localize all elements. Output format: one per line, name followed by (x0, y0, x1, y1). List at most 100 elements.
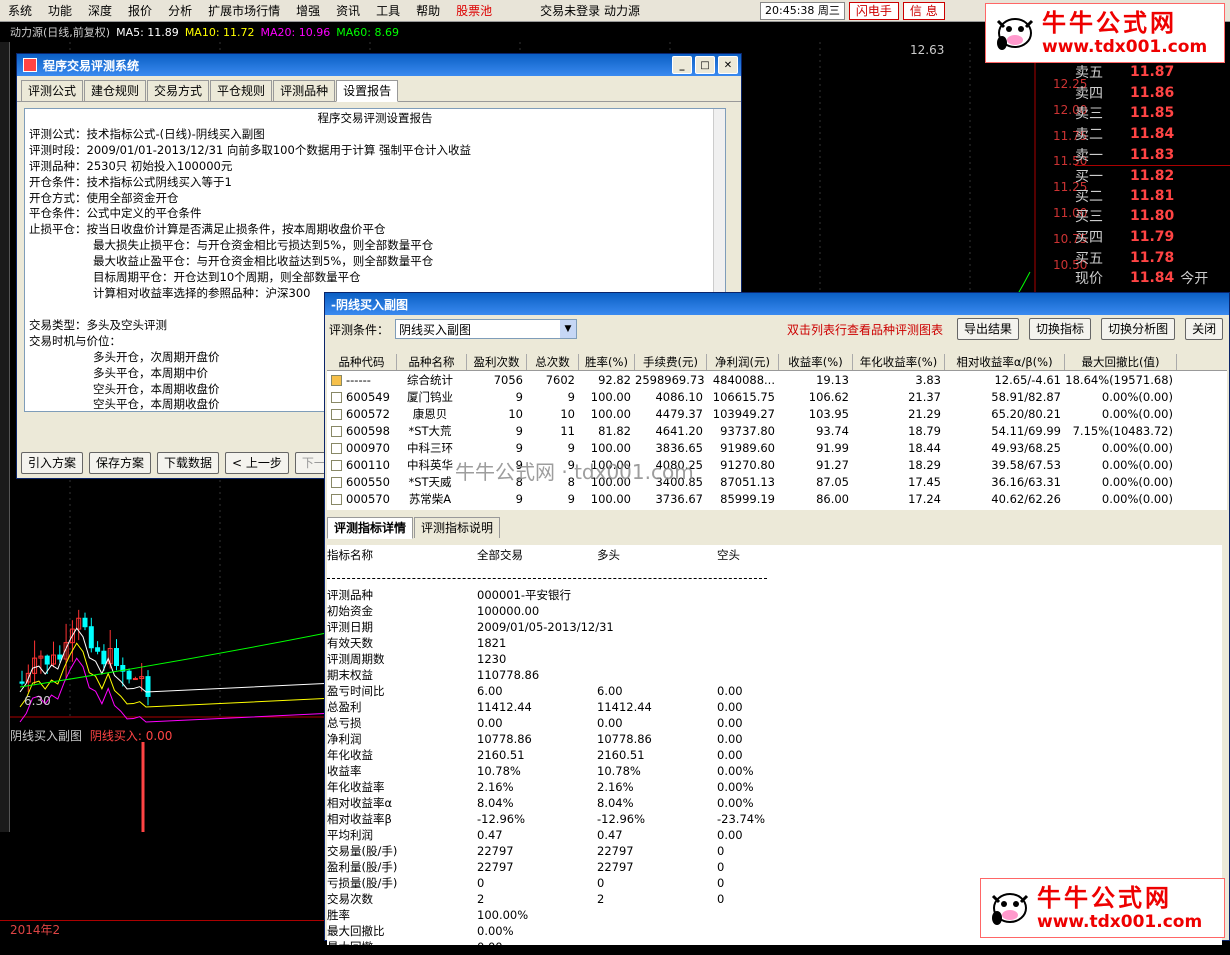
sub-chart-name: 阴线买入副图 (10, 729, 83, 743)
menu-item-analysis[interactable]: 分析 (160, 0, 200, 22)
chevron-down-icon[interactable]: ▼ (560, 320, 577, 338)
table-row[interactable]: 600549 厦门钨业 9 9 100.00 4086.10 106615.75 106.62… (327, 388, 1227, 405)
close-button[interactable]: 关闭 (1185, 318, 1224, 340)
save-plan-button[interactable]: 保存方案 (89, 452, 152, 474)
table-cell: 0.00%(0.00) (1101, 406, 1173, 421)
orderbook-label: 买一 (1075, 168, 1103, 185)
detail-row: 总亏损 0.00 0.00 0.00 (327, 715, 1222, 731)
detail-cell (597, 587, 717, 603)
menu-item-system[interactable]: 系统 (0, 0, 40, 22)
candle-body (95, 647, 101, 652)
flash-trade-button[interactable]: 闪电手 (848, 1, 899, 20)
close-icon[interactable]: ✕ (718, 56, 738, 74)
table-row[interactable]: 600598 *ST大荒 9 11 81.82 4641.20 93737.80 93.74 1… (327, 422, 1227, 439)
prev-step-button[interactable]: < 上一步 (225, 452, 289, 474)
detail-cell: 最大回撤 (327, 940, 373, 954)
column-header[interactable]: 年化收益率(%) (853, 354, 945, 370)
orderbook-value: 11.87 (1130, 64, 1175, 81)
table-cell: ------ (327, 373, 397, 387)
column-header[interactable]: 最大回撤比(值) (1065, 354, 1177, 370)
column-header[interactable]: 收益率(%) (779, 354, 853, 370)
table-cell: 9 (515, 423, 523, 438)
dialog-button-row: 引入方案 保存方案 下载数据 < 上一步 下一步 > (21, 452, 359, 474)
detail-cell: 0 (717, 876, 725, 890)
menu-item-info[interactable]: 资讯 (328, 0, 368, 22)
orderbook-value: 11.78 (1130, 249, 1175, 266)
menu-item-depth[interactable]: 深度 (80, 0, 120, 22)
cond-label: 评测条件： (329, 322, 390, 337)
menu-item-help[interactable]: 帮助 (408, 0, 448, 22)
table-cell: 106615.75 (712, 389, 775, 404)
minimize-icon[interactable]: _ (672, 56, 692, 74)
detail-cell (597, 923, 717, 939)
column-header[interactable]: 手续费(元) (635, 354, 707, 370)
detail-row: 总盈利 11412.44 11412.44 0.00 (327, 699, 1222, 715)
detail-row: 年化收益率 2.16% 2.16% 0.00% (327, 779, 1222, 795)
tab-open-rules[interactable]: 建仓规则 (84, 80, 147, 101)
column-header[interactable]: 品种名称 (397, 354, 467, 370)
menu-item-tools[interactable]: 工具 (368, 0, 408, 22)
menu-item-enhance[interactable]: 增强 (288, 0, 328, 22)
table-cell: 4840088... (712, 372, 775, 387)
menu-item-quote[interactable]: 报价 (120, 0, 160, 22)
detail-separator (327, 563, 767, 579)
report-line: 止损平仓：按当日收盘价计算是否满足止损条件，按本周期收盘价平仓 (29, 222, 386, 237)
tab-trade-mode[interactable]: 交易方式 (147, 80, 210, 101)
tab-formula[interactable]: 评测公式 (21, 80, 84, 101)
detail-cell: 交易量(股/手) (327, 844, 398, 858)
orderbook-row: 买一 11.82 (1075, 164, 1230, 186)
detail-cell: 0.00 (477, 716, 503, 730)
maximize-icon[interactable]: □ (695, 56, 715, 74)
tab-explain[interactable]: 评测指标说明 (414, 517, 501, 538)
tab-report[interactable]: 设置报告 (336, 80, 399, 102)
detail-row: 净利润 10778.86 10778.86 0.00 (327, 731, 1222, 747)
switch-indicator-button[interactable]: 切换指标 (1029, 318, 1092, 340)
orderbook-value: 11.84 (1130, 270, 1175, 287)
table-cell: 10 (560, 406, 575, 421)
column-header[interactable]: 胜率(%) (579, 354, 635, 370)
table-cell: 103949.27 (712, 406, 775, 421)
table-cell: 86.00 (816, 491, 849, 506)
left-tool-strip[interactable] (0, 42, 10, 832)
tab-eval-items[interactable]: 评测品种 (273, 80, 336, 101)
table-row[interactable]: 000570 苏常柴A 9 9 100.00 3736.67 85999.19 86.00 17… (327, 490, 1227, 507)
menu-item-stock-pool[interactable]: 股票池 (448, 0, 500, 22)
table-cell: 600550 (327, 475, 397, 489)
table-cell: 93737.80 (720, 423, 775, 438)
cond-select[interactable]: 阴线买入副图 ▼ (395, 319, 578, 339)
column-header[interactable]: 净利润(元) (707, 354, 779, 370)
orderbook-label: 卖四 (1075, 85, 1103, 102)
detail-cell: -12.96% (477, 812, 525, 826)
cond-select-value: 阴线买入副图 (399, 322, 472, 337)
switch-chart-button[interactable]: 切换分析图 (1101, 318, 1176, 340)
result-titlebar[interactable]: -阴线买入副图 (325, 293, 1229, 315)
table-cell: 600549 (327, 390, 397, 404)
column-header[interactable]: 相对收益率α/β(%) (945, 354, 1065, 370)
orderbook-value: 11.85 (1130, 105, 1175, 122)
tab-detail[interactable]: 评测指标详情 (327, 517, 414, 539)
cow-icon (987, 882, 1033, 934)
tab-close-rules[interactable]: 平仓规则 (210, 80, 273, 101)
column-header[interactable]: 品种代码 (327, 354, 397, 370)
table-cell: 600572 (327, 407, 397, 421)
table-row[interactable]: ------ 综合统计 7056 7602 92.82 2598969.73 4840088… (327, 371, 1227, 388)
table-row[interactable]: 600572 康恩贝 10 10 100.00 4479.37 103949.27 103.9… (327, 405, 1227, 422)
detail-row: 交易量(股/手) 22797 22797 0 (327, 843, 1222, 859)
dialog-titlebar[interactable]: 程序交易评测系统 _ □ ✕ (17, 54, 741, 76)
menu-item-ext-market[interactable]: 扩展市场行情 (200, 0, 288, 22)
detail-row: 评测周期数 1230 (327, 651, 1222, 667)
download-data-button[interactable]: 下载数据 (157, 452, 220, 474)
export-button[interactable]: 导出结果 (957, 318, 1020, 340)
folder-icon (331, 374, 342, 386)
result-table-header: 品种代码 品种名称 盈利次数 总次数 胜率(%) 手续费(元) 净利润(元) 收益率(%) 年化… (327, 354, 1227, 371)
orderbook-row: 卖五 11.87 (1075, 62, 1230, 83)
column-header[interactable]: 盈利次数 (467, 354, 527, 370)
table-row[interactable]: 000970 中科三环 9 9 100.00 3836.65 91989.60 91.99 18… (327, 439, 1227, 456)
info-button[interactable]: 信 息 (902, 1, 945, 20)
candle-body (57, 654, 63, 660)
menu-item-function[interactable]: 功能 (40, 0, 80, 22)
column-header[interactable]: 总次数 (527, 354, 579, 370)
import-plan-button[interactable]: 引入方案 (21, 452, 84, 474)
detail-cell: 最大回撤比 (327, 924, 385, 938)
sub-chart-value: 阴线买入: 0.00 (89, 729, 173, 743)
